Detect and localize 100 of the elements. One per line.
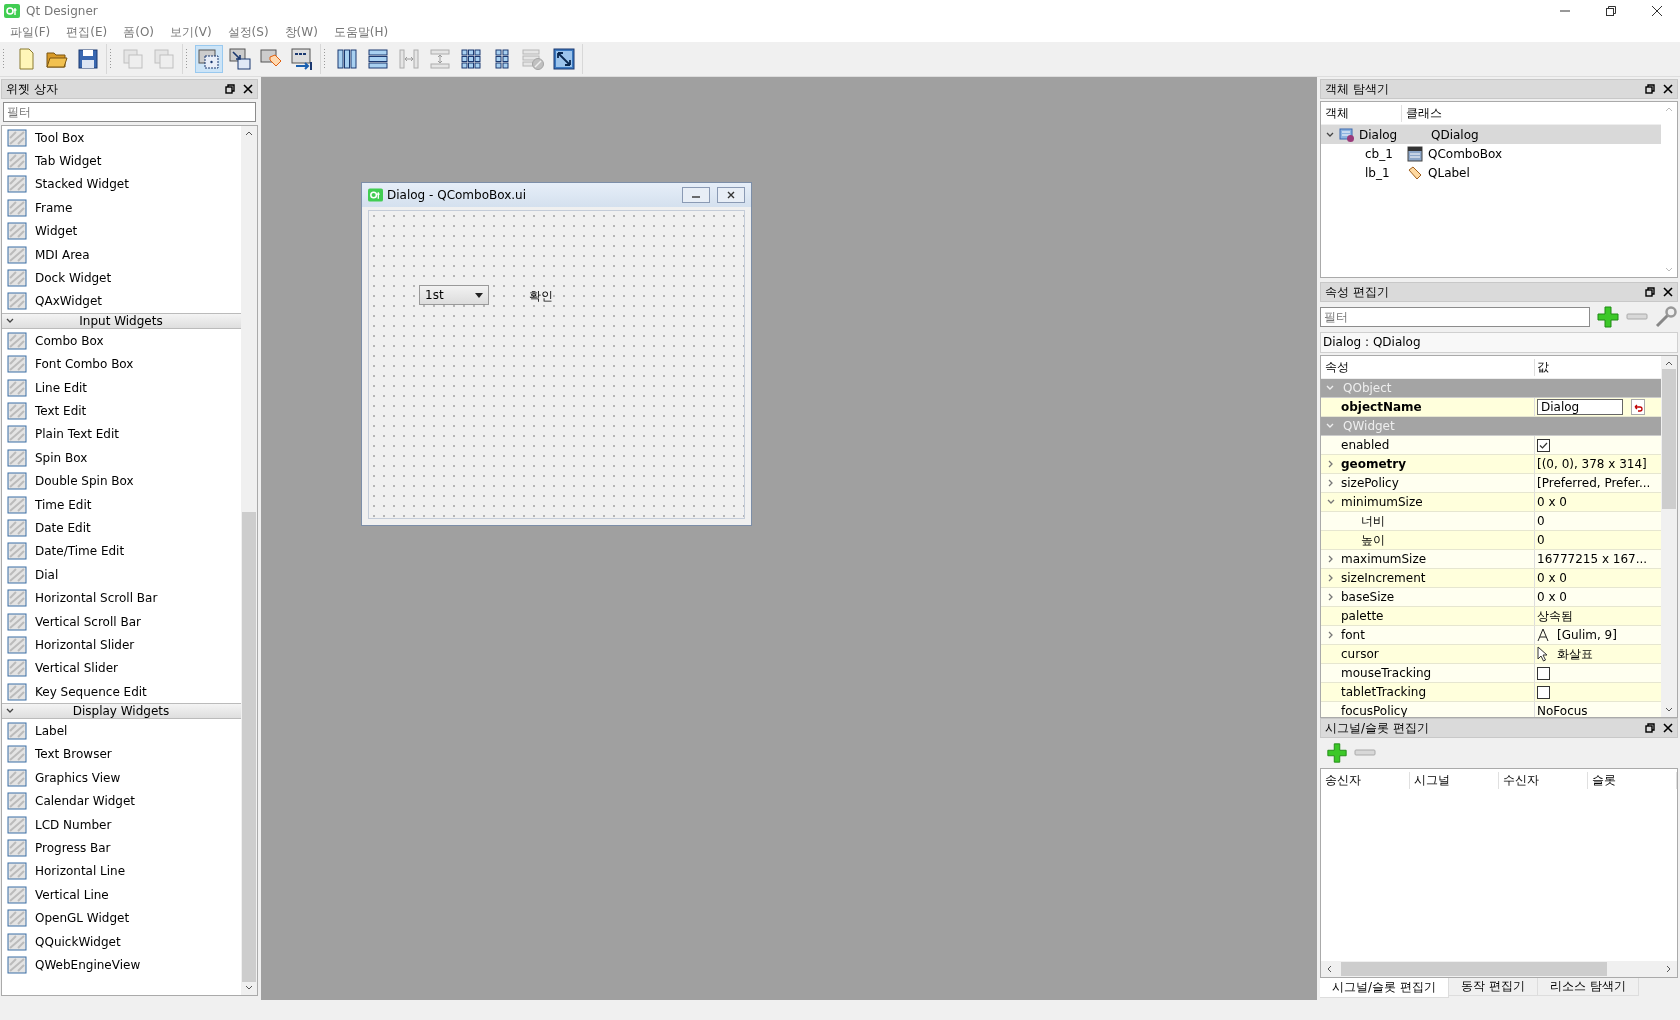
widget-item[interactable]: Text Edit — [2, 399, 241, 423]
property-name: minimumSize — [1341, 495, 1423, 509]
widget-item[interactable]: Key Sequence Edit — [2, 680, 241, 704]
tab-order-icon — [290, 47, 314, 71]
widget-item[interactable]: Calendar Widget — [2, 789, 241, 813]
menu-item[interactable]: 보기(V) — [162, 22, 220, 42]
property-name: tabletTracking — [1341, 685, 1427, 699]
menu-item[interactable]: 도움말(H) — [325, 22, 397, 42]
tree-row[interactable]: Dialog QDialog — [1321, 125, 1661, 144]
columns-icon — [335, 47, 359, 71]
widget-item[interactable]: QAxWidget — [2, 289, 241, 314]
widget-icon — [7, 152, 27, 171]
widget-item[interactable]: QWebEngineView — [2, 953, 241, 977]
combo-box[interactable]: 1st — [419, 285, 489, 305]
vertical-split-icon — [428, 47, 452, 71]
add-icon[interactable] — [1596, 305, 1620, 329]
close-icon[interactable] — [1663, 723, 1673, 733]
widget-item[interactable]: Dial — [2, 563, 241, 587]
class-name: QDialog — [1431, 127, 1479, 142]
widget-item[interactable]: Frame — [2, 196, 241, 220]
tab[interactable]: 동작 편집기 — [1448, 978, 1538, 996]
tab[interactable]: 시그널/슬롯 편집기 — [1320, 978, 1449, 998]
checkbox[interactable] — [1537, 666, 1550, 680]
minimize-button[interactable] — [682, 187, 710, 203]
property-name: 너비 — [1361, 512, 1385, 530]
widget-item[interactable]: Horizontal Line — [2, 859, 241, 884]
menu-item[interactable]: 설정(S) — [219, 22, 277, 42]
category-header[interactable]: Input Widgets — [2, 313, 241, 330]
scrollbar[interactable] — [1661, 356, 1677, 717]
widget-item[interactable]: QQuickWidget — [2, 929, 241, 954]
widget-item[interactable]: Graphics View — [2, 766, 241, 790]
checkbox[interactable] — [1537, 685, 1550, 699]
widget-item[interactable]: Widget — [2, 219, 241, 243]
dialog-icon — [1339, 126, 1355, 143]
value-field[interactable]: Dialog — [1537, 399, 1623, 415]
reset-icon[interactable] — [1631, 399, 1645, 415]
category-header[interactable]: Display Widgets — [2, 703, 241, 720]
widget-icon — [7, 378, 27, 397]
tree-row[interactable]: lb_1 QLabel — [1321, 163, 1661, 182]
widget-item[interactable]: Combo Box — [2, 329, 241, 353]
menu-item[interactable]: 창(W) — [276, 22, 326, 42]
toolbar-button[interactable] — [550, 45, 578, 73]
filter-field[interactable]: 필터 — [1320, 307, 1590, 327]
widget-item[interactable]: Spin Box — [2, 446, 241, 470]
float-icon[interactable] — [225, 84, 235, 94]
widget-item[interactable]: Time Edit — [2, 492, 241, 517]
widget-item[interactable]: Horizontal Scroll Bar — [2, 586, 241, 610]
add-icon[interactable] — [1326, 742, 1348, 764]
column-header[interactable]: 속성 — [1321, 358, 1535, 376]
widget-item[interactable]: LCD Number — [2, 812, 241, 837]
column-header[interactable]: 객체 — [1321, 104, 1402, 122]
widget-item[interactable]: Double Spin Box — [2, 469, 241, 493]
close-icon[interactable] — [1663, 287, 1673, 297]
menu-item[interactable]: 폼(O) — [115, 22, 163, 42]
widget-item[interactable]: Dock Widget — [2, 266, 241, 290]
close-icon[interactable] — [243, 84, 253, 94]
widget-item[interactable]: MDI Area — [2, 242, 241, 267]
float-icon[interactable] — [1645, 287, 1655, 297]
filter-field[interactable]: 필터 — [3, 102, 256, 122]
widget-item[interactable]: Text Browser — [2, 742, 241, 767]
widget-item[interactable]: Stacked Widget — [2, 172, 241, 197]
widget-item[interactable]: Vertical Line — [2, 883, 241, 907]
column-header[interactable]: 송신자 — [1321, 771, 1410, 789]
column-header[interactable]: 클래스 — [1402, 104, 1442, 122]
tab[interactable]: 리소스 탐색기 — [1537, 978, 1639, 996]
widget-item[interactable]: Date Edit — [2, 516, 241, 540]
widget-item[interactable]: Horizontal Slider — [2, 633, 241, 657]
toolbar-button[interactable] — [226, 45, 254, 73]
widget-item[interactable]: Font Combo Box — [2, 352, 241, 376]
column-header[interactable]: 슬롯 — [1588, 771, 1677, 789]
widget-icon — [7, 659, 27, 678]
tag-icon — [1407, 164, 1423, 181]
form-window[interactable]: Dialog - QComboBox.ui 1st 확인 — [361, 182, 752, 526]
widget-item[interactable]: Vertical Slider — [2, 656, 241, 680]
widget-item[interactable]: Tab Widget — [2, 149, 241, 173]
float-icon[interactable] — [1645, 723, 1655, 733]
close-button[interactable] — [717, 187, 745, 203]
widget-item[interactable]: Tool Box — [2, 126, 241, 150]
float-icon[interactable] — [1645, 84, 1655, 94]
menu-item[interactable]: 파일(F) — [2, 22, 59, 42]
checkbox[interactable] — [1537, 438, 1550, 452]
widget-icon — [7, 589, 27, 608]
widget-item[interactable]: Line Edit — [2, 375, 241, 400]
column-header[interactable]: 수신자 — [1499, 771, 1588, 789]
widget-item[interactable]: OpenGL Widget — [2, 906, 241, 930]
column-header[interactable]: 시그널 — [1410, 771, 1499, 789]
property-value: 0 — [1537, 533, 1545, 547]
property-name: baseSize — [1341, 590, 1395, 604]
menu-item[interactable]: 편집(E) — [58, 22, 116, 42]
widget-item[interactable]: Date/Time Edit — [2, 539, 241, 564]
widget-item[interactable]: Progress Bar — [2, 836, 241, 860]
widget-item[interactable]: Label — [2, 719, 241, 743]
close-icon[interactable] — [1663, 84, 1673, 94]
scrollbar[interactable] — [241, 126, 257, 995]
widget-item[interactable]: Plain Text Edit — [2, 422, 241, 447]
widget-icon — [7, 518, 27, 537]
widget-item[interactable]: Vertical Scroll Bar — [2, 609, 241, 634]
column-header[interactable]: 값 — [1535, 358, 1549, 376]
scrollbar[interactable] — [1321, 961, 1677, 977]
tree-row[interactable]: cb_1 QComboBox — [1321, 144, 1661, 163]
